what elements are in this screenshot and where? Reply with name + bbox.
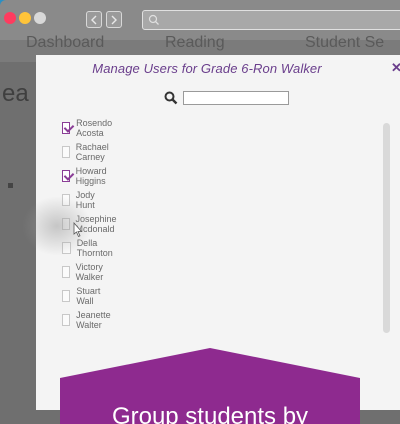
browser-window: Dashboard Reading Student Se ea Manage U…	[0, 0, 400, 424]
list-item[interactable]: Howard Higgins	[62, 166, 111, 186]
user-name: Stuart Wall	[76, 286, 101, 306]
chevron-right-icon	[111, 15, 117, 24]
list-item[interactable]: Jeanette Walter	[62, 310, 115, 330]
user-checkbox[interactable]	[62, 290, 71, 302]
user-checkbox[interactable]	[62, 170, 70, 182]
list-item[interactable]: Rachael Carney	[62, 142, 113, 162]
close-icon[interactable]: ✕	[391, 60, 400, 76]
user-name: Howard Higgins	[75, 166, 107, 186]
list-item[interactable]: Victory Walker	[62, 262, 108, 282]
forward-button[interactable]	[106, 11, 122, 28]
background-bullet	[8, 183, 13, 188]
user-checkbox[interactable]	[62, 146, 70, 158]
minimize-window-button[interactable]	[19, 12, 31, 24]
search-input[interactable]	[183, 91, 289, 105]
nav-item-reading[interactable]: Reading	[165, 34, 225, 52]
user-checkbox[interactable]	[62, 122, 71, 134]
banner-text: Group students by	[111, 403, 309, 424]
search-icon	[148, 14, 159, 25]
maximize-window-button[interactable]	[34, 12, 46, 24]
pointer-cursor-icon	[73, 222, 83, 238]
user-name: Jeanette Walter	[76, 310, 111, 330]
search-icon	[164, 91, 178, 105]
nav-item-dashboard[interactable]: Dashboard	[26, 34, 104, 52]
background-heading: ea	[2, 80, 29, 107]
promo-banner: Group students by	[60, 348, 360, 424]
chevron-left-icon	[91, 15, 97, 24]
close-window-button[interactable]	[4, 12, 16, 24]
list-scrollbar[interactable]	[383, 123, 390, 333]
list-item[interactable]: Stuart Wall	[62, 286, 104, 306]
modal-title: Manage Users for Grade 6-Ron Walker	[92, 61, 322, 76]
user-checkbox[interactable]	[62, 314, 71, 326]
user-name: Rosendo Acosta	[76, 118, 113, 138]
nav-item-student[interactable]: Student Se	[305, 34, 384, 52]
window-controls	[4, 12, 46, 24]
back-button[interactable]	[86, 11, 102, 28]
user-name: Victory Walker	[75, 262, 104, 282]
user-checkbox[interactable]	[62, 266, 70, 278]
list-item[interactable]: Rosendo Acosta	[62, 118, 116, 138]
address-bar[interactable]	[142, 10, 400, 30]
user-name: Rachael Carney	[75, 142, 109, 162]
